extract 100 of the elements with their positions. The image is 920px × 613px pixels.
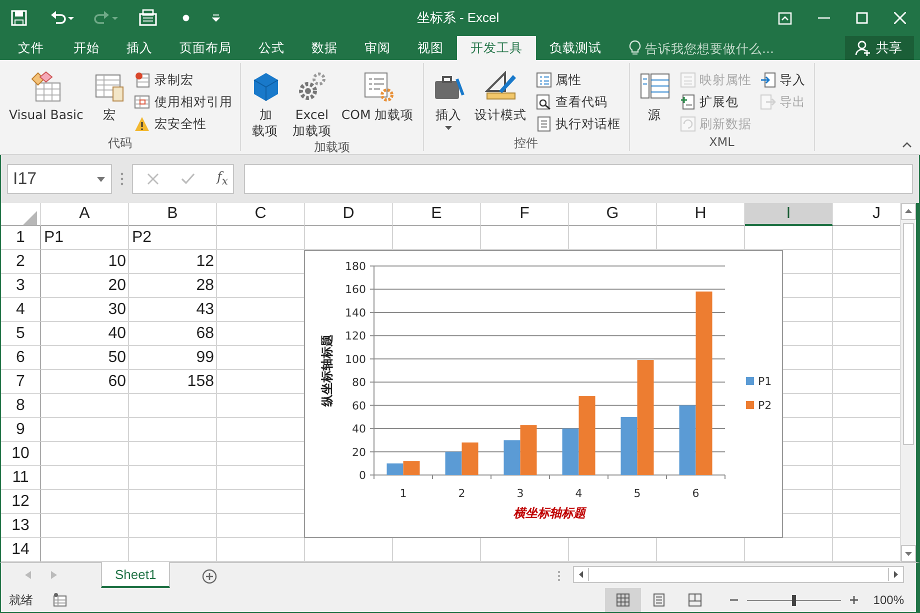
splitter-icon[interactable]	[557, 570, 561, 582]
ribbon-button[interactable]: 导入	[758, 69, 808, 91]
ribbon-tab[interactable]: 开始	[60, 36, 113, 60]
column-header[interactable]: I	[745, 203, 833, 226]
insert-function-button[interactable]: f$_{x}$	[217, 170, 228, 188]
ribbon-button[interactable]: 属性	[534, 69, 623, 91]
caret-icon[interactable]	[97, 176, 105, 182]
row-header[interactable]: 6	[1, 346, 41, 370]
table-cell-text: 20	[107, 276, 127, 296]
ribbon-button[interactable]: 使用相对引用	[132, 91, 234, 113]
ribbon-button[interactable]: 设计模式	[472, 67, 530, 135]
ribbon-button[interactable]: 查看代码	[534, 91, 623, 113]
scroll-down-icon[interactable]	[901, 545, 916, 562]
column-header[interactable]: C	[217, 203, 305, 226]
row-header[interactable]: 14	[1, 538, 41, 562]
share-button[interactable]: 共享	[845, 36, 914, 60]
row-header[interactable]: 9	[1, 418, 41, 442]
column-header[interactable]: A	[41, 203, 129, 226]
ribbon-tab[interactable]: 开发工具	[457, 36, 536, 60]
y-tick-label: 160	[345, 283, 366, 296]
row-header[interactable]: 1	[1, 226, 41, 250]
ribbon-tab[interactable]: 页面布局	[166, 36, 245, 60]
row-header[interactable]: 7	[1, 370, 41, 394]
y-tick-label: 20	[352, 446, 366, 459]
sheet-tab[interactable]: Sheet1	[101, 562, 170, 588]
ribbon-tab[interactable]: 负载测试	[536, 36, 615, 60]
table-cell-text: P1	[43, 228, 65, 248]
row-header[interactable]: 5	[1, 322, 41, 346]
scrollbar-thumb[interactable]	[588, 568, 889, 581]
ribbon-button[interactable]: 执行对话框	[534, 113, 623, 135]
group-label: 加载项	[313, 139, 352, 156]
view-button[interactable]	[605, 588, 642, 612]
status-text: 就绪	[8, 592, 34, 608]
column-header[interactable]: D	[305, 203, 393, 226]
splitter-icon[interactable]	[120, 172, 124, 186]
ribbon-button[interactable]: 宏安全性	[132, 113, 234, 135]
dot-icon[interactable]	[182, 14, 190, 22]
customize-caret-icon[interactable]	[212, 14, 220, 22]
table-cell-text: 99	[195, 348, 215, 368]
scrollbar-thumb[interactable]	[903, 223, 914, 445]
zoom-level[interactable]: 100%	[859, 593, 916, 607]
ribbon-button[interactable]: 插入	[430, 67, 468, 135]
row-header[interactable]: 2	[1, 250, 41, 274]
x-tick-label: 2	[458, 487, 466, 500]
ribbon-button[interactable]: Excel 加载项	[289, 67, 334, 139]
ribbon-button[interactable]: 源	[636, 67, 674, 135]
collapse-ribbon-icon[interactable]	[902, 142, 912, 148]
table-cell-text: 40	[107, 324, 127, 344]
ribbon-button[interactable]: 录制宏	[132, 69, 234, 91]
table-cell-text: 158	[186, 372, 215, 392]
ribbon-tab[interactable]: 插入	[113, 36, 166, 60]
scroll-up-icon[interactable]	[901, 203, 916, 220]
ribbon-button[interactable]: Visual Basic	[6, 67, 86, 135]
macro-record-icon[interactable]	[53, 593, 67, 607]
ribbon-button[interactable]: 加载项	[247, 67, 286, 139]
dialog-icon	[536, 116, 552, 132]
name-box[interactable]: I17	[7, 164, 112, 194]
zoom-in-icon[interactable]	[849, 595, 860, 605]
ribbon-button[interactable]: COM 加载项	[338, 67, 417, 139]
tell-me-field[interactable]: 告诉我您想要做什么...	[645, 40, 805, 56]
close-icon[interactable]	[894, 12, 906, 24]
row-header[interactable]: 11	[1, 466, 41, 490]
row-header[interactable]: 3	[1, 274, 41, 298]
row-header[interactable]: 10	[1, 442, 41, 466]
bar[interactable]	[386, 463, 404, 475]
table-cell-text: 12	[195, 252, 215, 272]
row-header[interactable]: 13	[1, 514, 41, 538]
ribbon-tab[interactable]: 文件	[0, 36, 60, 60]
expansion-pack-icon	[680, 94, 696, 110]
add-sheet-icon[interactable]	[202, 569, 218, 584]
maximize-icon[interactable]	[856, 12, 868, 24]
column-header[interactable]: E	[393, 203, 481, 226]
column-header[interactable]: F	[481, 203, 569, 226]
properties-icon	[536, 72, 552, 88]
row-header[interactable]: 8	[1, 394, 41, 418]
save-icon[interactable]	[10, 9, 28, 27]
formula-field[interactable]	[244, 164, 913, 194]
ribbon-tab[interactable]: 公式	[245, 36, 298, 60]
ribbon-button[interactable]: 扩展包	[678, 91, 754, 113]
table-cell-text: 30	[107, 300, 127, 320]
row-header[interactable]: 12	[1, 490, 41, 514]
row-header[interactable]: 4	[1, 298, 41, 322]
y-tick-label: 120	[345, 330, 366, 343]
column-header[interactable]: H	[657, 203, 745, 226]
ribbon-options-icon[interactable]	[778, 12, 792, 24]
page-layout-view-icon	[652, 593, 666, 607]
ribbon-tab[interactable]: 审阅	[351, 36, 404, 60]
ribbon-button[interactable]: 宏	[90, 67, 128, 135]
form-icon[interactable]	[138, 9, 158, 27]
zoom-thumb[interactable]	[792, 594, 796, 606]
x-tick-label: 6	[692, 487, 700, 500]
y-tick-label: 0	[359, 469, 366, 482]
ribbon-tab[interactable]: 数据	[298, 36, 351, 60]
column-header[interactable]: G	[569, 203, 657, 226]
x-tick-label: 4	[575, 487, 582, 500]
column-header[interactable]: B	[129, 203, 217, 226]
ribbon-tab[interactable]: 视图	[404, 36, 457, 60]
code-search-icon	[536, 94, 552, 110]
y-tick-label: 140	[345, 306, 366, 320]
person-add-icon	[855, 40, 871, 56]
